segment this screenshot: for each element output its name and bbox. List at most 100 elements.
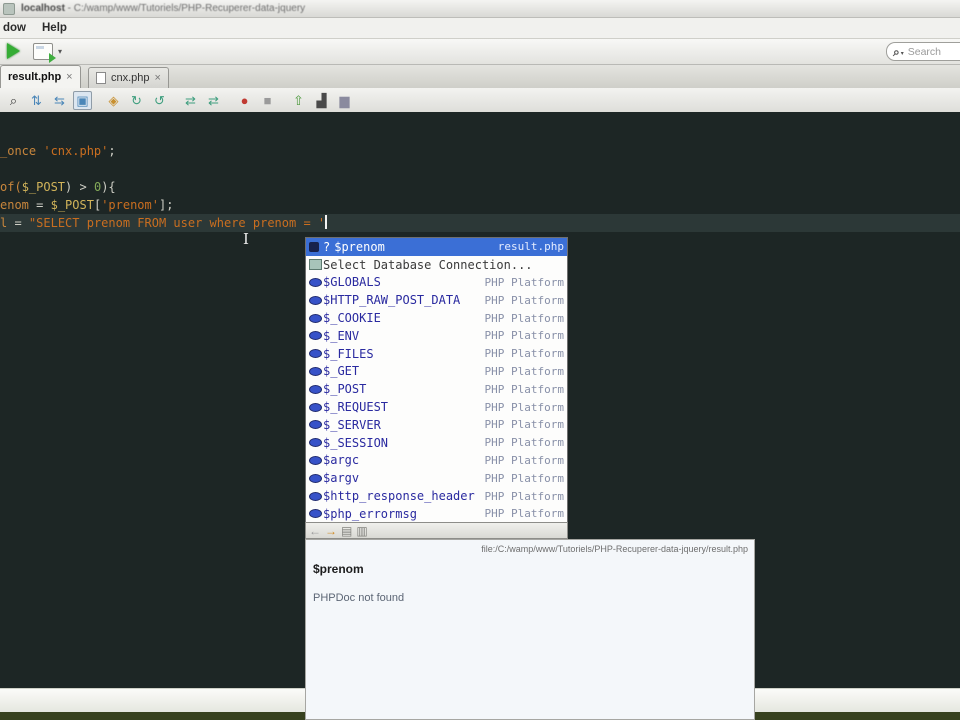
database-icon xyxy=(309,259,323,271)
completion-item[interactable]: $_REQUEST PHP Platform xyxy=(306,398,567,416)
completion-item[interactable]: $php_errormsg PHP Platform xyxy=(306,505,567,523)
variable-icon xyxy=(309,473,323,483)
completion-item[interactable]: $GLOBALS PHP Platform xyxy=(306,274,567,292)
tab-label: result.php xyxy=(8,71,62,83)
completion-item[interactable]: $argv PHP Platform xyxy=(306,469,567,487)
menu-help[interactable]: Help xyxy=(42,22,67,34)
run-script-icon[interactable]: ↺ xyxy=(150,91,169,110)
tab-label: cnx.php xyxy=(111,72,150,84)
field-icon xyxy=(309,241,319,252)
run-dropdown-caret-icon[interactable]: ▾ xyxy=(58,47,62,56)
variable-icon xyxy=(309,349,322,359)
completion-item[interactable]: $_ENV PHP Platform xyxy=(306,327,567,345)
window-title: localhost - C:/wamp/www/Tutoriels/PHP-Re… xyxy=(21,3,306,14)
run-button[interactable] xyxy=(7,43,20,59)
completion-item[interactable]: $_FILES PHP Platform xyxy=(306,345,567,363)
completion-label: $http_response_header xyxy=(323,489,475,504)
tab-close-icon[interactable]: × xyxy=(66,71,72,83)
completion-origin: PHP Platform xyxy=(484,347,564,361)
record-icon[interactable]: ● xyxy=(235,91,254,110)
variable-icon xyxy=(309,402,322,412)
code-line: enom = $_POST['prenom']; xyxy=(0,196,960,214)
variable-icon xyxy=(309,366,322,376)
search-box[interactable]: ⌕ ▾ Search xyxy=(886,42,960,61)
completion-item[interactable]: $_COOKIE PHP Platform xyxy=(306,309,567,327)
completion-label: $HTTP_RAW_POST_DATA xyxy=(323,293,461,308)
completion-origin: PHP Platform xyxy=(484,507,564,521)
forward-icon[interactable]: → xyxy=(325,525,337,537)
code-token: "SELECT prenom FROM user where prenom = … xyxy=(28,216,326,230)
compare-files-icon[interactable]: ⇆ xyxy=(50,91,69,110)
completion-item[interactable]: $_SERVER PHP Platform xyxy=(306,416,567,434)
window-titlebar: localhost - C:/wamp/www/Tutoriels/PHP-Re… xyxy=(0,0,960,18)
completion-label: $argv xyxy=(323,471,360,486)
variable-icon xyxy=(309,491,322,501)
completion-item[interactable]: $HTTP_RAW_POST_DATA PHP Platform xyxy=(306,291,567,309)
variable-icon xyxy=(309,509,323,519)
doc-popup: file:/C:/wamp/www/Tutoriels/PHP-Recupere… xyxy=(305,539,755,720)
back-icon[interactable]: ← xyxy=(309,525,321,537)
completion-item[interactable]: $_GET PHP Platform xyxy=(306,363,567,381)
variable-icon xyxy=(309,295,323,305)
completion-item[interactable]: ? $prenom result.php xyxy=(306,238,567,256)
completion-origin: PHP Platform xyxy=(484,311,564,325)
code-area: _once 'cnx.php'; of($_POST) > 0){enom = $… xyxy=(0,142,960,232)
completion-origin: PHP Platform xyxy=(484,329,564,343)
completion-item[interactable]: $argc PHP Platform xyxy=(306,452,567,470)
completion-item[interactable]: Select Database Connection... xyxy=(306,256,567,274)
file-icon xyxy=(96,72,106,84)
doc-file-path: file:/C:/wamp/www/Tutoriels/PHP-Recupere… xyxy=(481,544,748,554)
completion-label: $_POST xyxy=(323,382,367,397)
variable-icon xyxy=(309,313,322,323)
autocomplete-footer-toolbar: ← → ▤ ▥ xyxy=(305,522,568,539)
completion-label: $_FILES xyxy=(323,346,374,361)
code-line: of($_POST) > 0){ xyxy=(0,178,960,196)
completion-origin: PHP Platform xyxy=(484,293,564,307)
completion-item[interactable]: $http_response_header PHP Platform xyxy=(306,487,567,505)
sync-files-icon[interactable]: ⇅ xyxy=(27,91,46,110)
app-window: localhost - C:/wamp/www/Tutoriels/PHP-Re… xyxy=(0,0,960,720)
editor-tabbar: result.php × cnx.php × xyxy=(0,65,960,88)
export-icon[interactable]: ⇄ xyxy=(204,91,223,110)
commit-icon[interactable]: ⇧ xyxy=(289,91,308,110)
stop-icon[interactable]: ■ xyxy=(258,91,277,110)
variable-icon xyxy=(309,331,322,341)
variable-icon xyxy=(309,295,322,305)
key-icon[interactable]: ◈ xyxy=(104,91,123,110)
variable-icon xyxy=(309,420,323,430)
text-caret xyxy=(325,215,328,229)
doc-message: PHPDoc not found xyxy=(313,592,405,604)
main-toolbar: ▾ ⌕ ▾ Search xyxy=(0,39,960,65)
refresh-icon[interactable]: ↻ xyxy=(127,91,146,110)
completion-item[interactable]: $_SESSION PHP Platform xyxy=(306,434,567,452)
menubar: dow Help xyxy=(0,18,960,39)
completion-label: Select Database Connection... xyxy=(323,257,533,272)
console-icon[interactable]: ▟ xyxy=(312,91,331,110)
import-icon[interactable]: ⇄ xyxy=(181,91,200,110)
code-token: ) > xyxy=(65,180,94,194)
open-in-editor-icon[interactable]: ▥ xyxy=(356,525,367,537)
menu-window[interactable]: dow xyxy=(3,22,26,34)
tab-cnx-php[interactable]: cnx.php × xyxy=(88,67,169,88)
search-icon[interactable]: ⌕ xyxy=(4,91,23,110)
mouse-ibeam-cursor: I xyxy=(243,230,249,248)
variable-icon xyxy=(309,491,323,501)
completion-label: $_REQUEST xyxy=(323,400,389,415)
web-preview-button[interactable] xyxy=(33,43,56,63)
preview-screen-glyph xyxy=(36,46,44,49)
web-preview-icon[interactable]: ▣ xyxy=(73,90,92,110)
completion-label: $_ENV xyxy=(323,328,360,343)
code-line-current: l = "SELECT prenom FROM user where preno… xyxy=(0,214,960,232)
tab-result-php[interactable]: result.php × xyxy=(0,65,81,88)
completion-item[interactable]: $_POST PHP Platform xyxy=(306,380,567,398)
database-icon xyxy=(309,259,322,271)
tab-close-icon[interactable]: × xyxy=(155,72,161,84)
variable-icon xyxy=(309,455,323,465)
code-token: _once xyxy=(0,144,44,158)
completion-label: $prenom xyxy=(334,239,385,254)
show-source-icon[interactable]: ▤ xyxy=(341,525,352,537)
completion-origin: PHP Platform xyxy=(484,453,564,467)
variable-icon xyxy=(309,313,323,323)
completion-label: $php_errormsg xyxy=(323,506,417,521)
lock-icon[interactable]: ▆ xyxy=(335,91,354,110)
